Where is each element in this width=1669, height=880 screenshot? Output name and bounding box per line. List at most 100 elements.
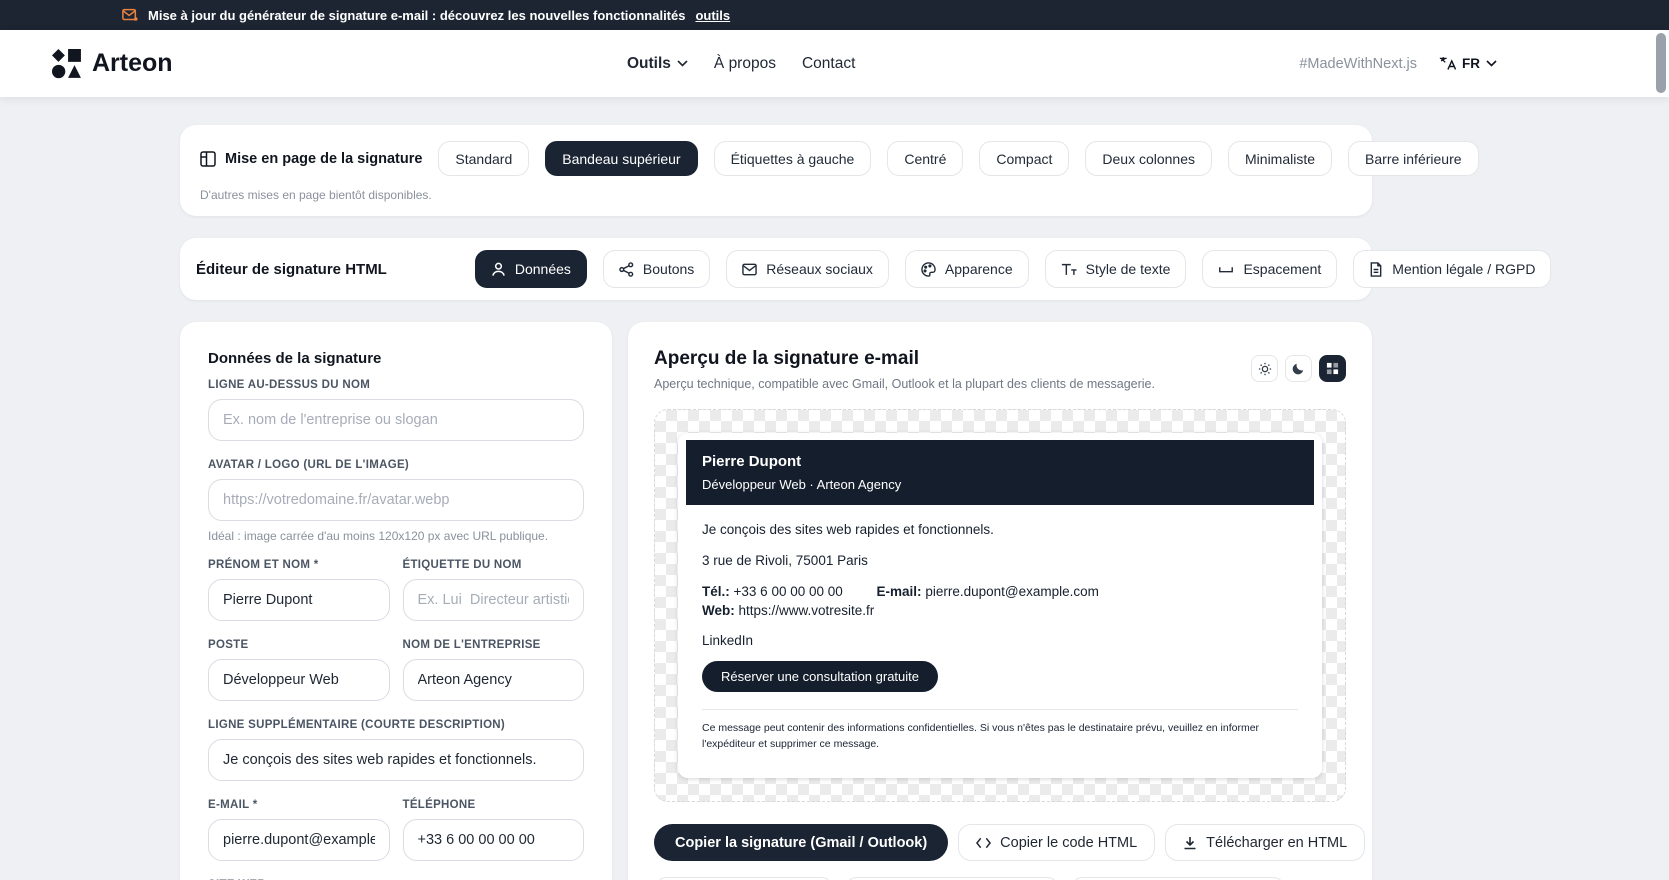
tab-apparence[interactable]: Apparence	[904, 250, 1029, 288]
layout-title-label: Mise en page de la signature	[225, 150, 423, 167]
editor-title: Éditeur de signature HTML	[196, 260, 387, 278]
signature-body: Je conçois des sites web rapides et fonc…	[686, 505, 1314, 752]
light-mode-button[interactable]	[1251, 355, 1278, 382]
dark-mode-button[interactable]	[1285, 355, 1312, 382]
copy-signature-button[interactable]: Copier la signature (Gmail / Outlook)	[654, 824, 949, 862]
announcement-banner: Mise à jour du générateur de signature e…	[0, 0, 1669, 30]
tab-label: Données	[514, 261, 571, 277]
layout-note: D'autres mises en page bientôt disponibl…	[200, 188, 432, 202]
button-label: Copier le code HTML	[1000, 834, 1138, 851]
layout-option-compact[interactable]: Compact	[979, 141, 1070, 176]
avatar-url-input[interactable]	[208, 479, 584, 521]
layout-option-etiquettes-a-gauche[interactable]: Étiquettes à gauche	[713, 141, 872, 176]
tab-mention-legale-rgpd[interactable]: Mention légale / RGPD	[1353, 250, 1552, 288]
tab-boutons[interactable]: Boutons	[602, 250, 711, 288]
copy-html-button[interactable]: Copier le code HTML	[958, 824, 1156, 862]
site-header: Arteon Outils À propos Contact #MadeWith…	[0, 30, 1669, 97]
signature-web: Web: https://www.votresite.fr	[702, 603, 874, 618]
line-above-input[interactable]	[208, 399, 584, 441]
company-input[interactable]	[402, 659, 584, 701]
name-tag-input[interactable]	[402, 579, 584, 621]
nav-label: Outils	[627, 54, 671, 72]
palette-icon	[921, 261, 936, 277]
vertical-scrollbar[interactable]	[1656, 33, 1666, 93]
primary-actions-row: Copier la signature (Gmail / Outlook) Co…	[654, 824, 1366, 862]
signature-linkedin-link[interactable]: LinkedIn	[702, 633, 1298, 648]
field-label-avatar: AVATAR / LOGO (URL DE L'IMAGE)	[208, 459, 410, 471]
signature-divider	[702, 708, 1298, 710]
editor-tabs: Données Boutons Réseaux sociaux Apparenc…	[474, 250, 1552, 288]
chevron-down-icon	[1486, 60, 1497, 67]
form-title: Données de la signature	[208, 350, 382, 367]
nav-item-contact[interactable]: Contact	[802, 55, 855, 73]
signature-description: Je conçois des sites web rapides et fonc…	[702, 522, 994, 537]
layout-option-barre-inferieure[interactable]: Barre inférieure	[1348, 141, 1479, 176]
layout-card-title: Mise en page de la signature	[200, 151, 422, 167]
transparent-grid-button[interactable]	[1319, 355, 1346, 382]
signature-role-line: Développeur Web · Arteon Agency	[702, 477, 902, 492]
layout-option-minimaliste[interactable]: Minimaliste	[1228, 141, 1333, 176]
email-label: E-mail:	[876, 583, 922, 599]
nav-label: À propos	[713, 54, 776, 72]
language-code: FR	[1462, 56, 1480, 71]
field-label-phone: TÉLÉPHONE	[402, 799, 476, 811]
preview-mode-toggles	[1251, 355, 1346, 382]
download-html-button[interactable]: Télécharger en HTML	[1165, 824, 1366, 862]
tab-reseaux-sociaux[interactable]: Réseaux sociaux	[726, 250, 889, 288]
user-icon	[492, 262, 505, 276]
name-input[interactable]	[208, 579, 390, 621]
layout-option-standard[interactable]: Standard	[438, 141, 530, 176]
field-label-email: E-MAIL *	[208, 799, 258, 811]
announcement-text: Mise à jour du générateur de signature e…	[148, 7, 686, 23]
layout-option-bandeau-superieur[interactable]: Bandeau supérieur	[545, 141, 698, 176]
extra-line-input[interactable]	[208, 739, 584, 781]
phone-input[interactable]	[402, 819, 584, 861]
tab-label: Réseaux sociaux	[766, 261, 873, 277]
layout-option-deux-colonnes[interactable]: Deux colonnes	[1085, 141, 1213, 176]
brand-logo[interactable]: Arteon	[52, 48, 173, 79]
tab-espacement[interactable]: Espacement	[1202, 250, 1338, 288]
made-with-badge: #MadeWithNext.js	[1299, 55, 1417, 72]
tab-label: Espacement	[1243, 261, 1322, 277]
main-nav: Outils À propos Contact	[627, 30, 855, 97]
tab-style-de-texte[interactable]: Style de texte	[1044, 250, 1187, 288]
layout-option-centre[interactable]: Centré	[887, 141, 964, 176]
signature-cta-button[interactable]: Réserver une consultation gratuite	[702, 660, 939, 692]
nav-item-outils[interactable]: Outils	[627, 55, 688, 73]
announcement-link[interactable]: outils	[695, 8, 730, 23]
grid-icon	[1326, 362, 1339, 375]
header-right: #MadeWithNext.js FR	[1299, 30, 1497, 97]
signature-card: Pierre Dupont Développeur Web · Arteon A…	[678, 433, 1322, 779]
signature-banner: Pierre Dupont Développeur Web · Arteon A…	[686, 440, 1314, 505]
email-input[interactable]	[208, 819, 390, 861]
chevron-down-icon	[677, 60, 688, 67]
sun-icon	[1258, 362, 1271, 375]
nav-item-a-propos[interactable]: À propos	[714, 55, 776, 73]
preview-title: Aperçu de la signature e-mail	[654, 348, 920, 369]
layout-grid-icon	[200, 150, 216, 167]
text-style-icon	[1061, 263, 1077, 275]
button-label: Télécharger en HTML	[1206, 834, 1348, 851]
tel-value: +33 6 00 00 00 00	[733, 583, 843, 599]
field-label-name: PRÉNOM ET NOM *	[208, 559, 319, 571]
preview-subtitle: Aperçu technique, compatible avec Gmail,…	[654, 377, 1155, 391]
tab-donnees[interactable]: Données	[474, 250, 587, 288]
translate-icon	[1439, 56, 1456, 71]
signature-address: 3 rue de Rivoli, 75001 Paris	[702, 552, 868, 568]
signature-contact-row: Tél.: +33 6 00 00 00 00 E-mail: pierre.d…	[702, 583, 1298, 621]
share-icon	[619, 261, 634, 277]
signature-preview-panel: Aperçu de la signature e-mail Aperçu tec…	[628, 322, 1372, 880]
field-label-name-tag: ÉTIQUETTE DU NOM	[402, 559, 522, 571]
moon-icon	[1292, 363, 1304, 375]
signature-disclaimer: Ce message peut contenir des information…	[702, 721, 1260, 750]
document-icon	[1370, 261, 1382, 277]
role-input[interactable]	[208, 659, 390, 701]
spacing-icon	[1219, 267, 1234, 273]
email-value: pierre.dupont@example.com	[925, 583, 1099, 599]
mail-icon	[742, 263, 758, 275]
code-icon	[976, 837, 992, 848]
web-value: https://www.votresite.fr	[738, 602, 875, 618]
tab-label: Mention légale / RGPD	[1392, 261, 1536, 277]
language-selector[interactable]: FR	[1439, 56, 1497, 71]
mail-alert-icon	[122, 8, 138, 22]
